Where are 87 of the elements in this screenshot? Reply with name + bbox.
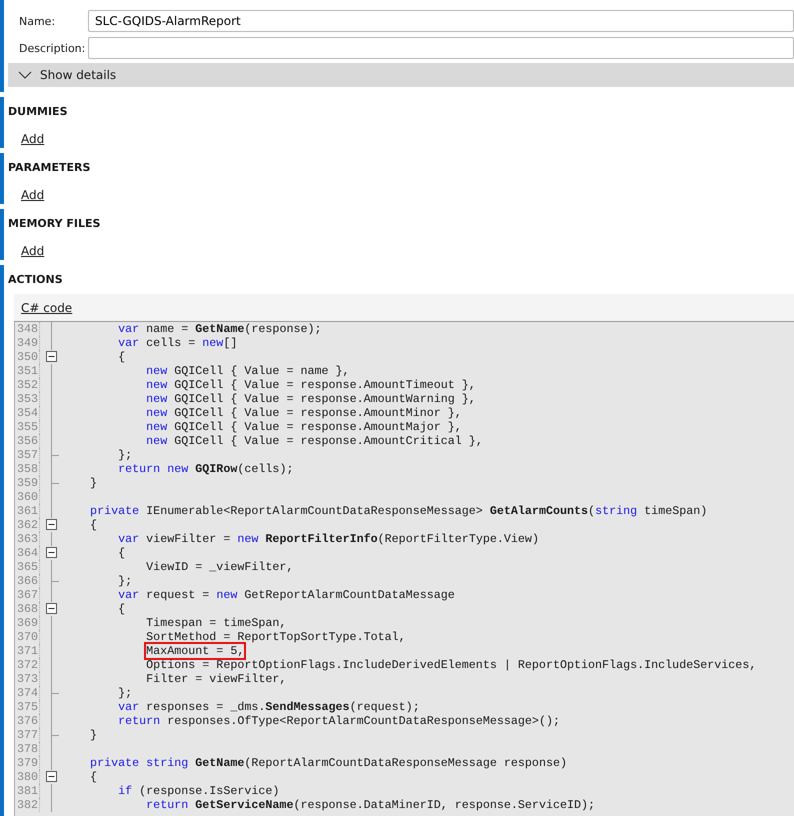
line-number: 353 — [15, 392, 40, 406]
code-line: Timespan = timeSpan, — [145, 616, 286, 630]
field-label: Name: — [18, 14, 56, 28]
input-field[interactable] — [88, 37, 794, 59]
add-link[interactable]: Add — [21, 244, 44, 258]
line-number: 372 — [15, 658, 40, 672]
show-details-toggle[interactable]: Show details — [8, 63, 794, 87]
code-line: ViewID = _viewFilter, — [145, 560, 294, 574]
code-line: { — [117, 546, 126, 560]
code-line: { — [89, 770, 98, 784]
code-line: } — [89, 728, 98, 742]
line-number: 357 — [15, 448, 40, 462]
code-line: { — [89, 518, 98, 532]
line-number: 356 — [15, 434, 40, 448]
code-line: Options = ReportOptionFlags.IncludeDerivedElements | ReportOptionFlags.IncludeServices, — [145, 658, 756, 672]
line-number: 348 — [15, 322, 40, 336]
code-line: if (response.IsService) — [117, 784, 280, 798]
code-line: var request = new GetReportAlarmCountDataMessage — [117, 588, 455, 602]
line-number: 352 — [15, 378, 40, 392]
line-number: 349 — [15, 336, 40, 350]
line-number: 351 — [15, 364, 40, 378]
line-number: 373 — [15, 672, 40, 686]
line-number: 366 — [15, 574, 40, 588]
code-line: }; — [117, 686, 132, 700]
chevron-icon — [18, 71, 32, 79]
code-line: var name = GetName(response); — [117, 322, 322, 336]
line-number: 380 — [15, 770, 40, 784]
code-line: new GQICell { Value = response.AmountWarning }, — [145, 392, 476, 406]
line-number: 381 — [15, 784, 40, 798]
line-number: 361 — [15, 504, 40, 518]
section-heading: MEMORY FILES — [8, 217, 102, 232]
code-line: return GetServiceName(response.DataMinerID, response.ServiceID); — [145, 798, 596, 812]
code-line: private IEnumerable<ReportAlarmCountDataResponseMessage> GetAlarmCounts(string timeSpan) — [89, 504, 708, 518]
code-line: }; — [117, 574, 132, 588]
code-line: new GQICell { Value = response.AmountMajor }, — [145, 420, 462, 434]
code-line: } — [89, 476, 98, 490]
code-line: return responses.OfType<ReportAlarmCountDataResponseMessage>(); — [117, 714, 560, 728]
line-number: 363 — [15, 532, 40, 546]
line-number: 364 — [15, 546, 40, 560]
collapse-icon[interactable] — [46, 771, 57, 782]
code-line: return new GQIRow(cells); — [117, 462, 294, 476]
line-number: 370 — [15, 630, 40, 644]
line-number: 362 — [15, 518, 40, 532]
line-number: 378 — [15, 742, 40, 756]
collapse-icon[interactable] — [46, 547, 57, 558]
input-field[interactable]: SLC-GQIDS-AlarmReport — [88, 10, 794, 32]
collapse-icon[interactable] — [46, 351, 57, 362]
section-heading: DUMMIES — [8, 105, 68, 120]
line-number: 369 — [15, 616, 40, 630]
code-line: private string GetName(ReportAlarmCountDataResponseMessage response) — [89, 756, 568, 770]
line-number: 354 — [15, 406, 40, 420]
line-number: 377 — [15, 728, 40, 742]
highlighted-code: MaxAmount = 5, — [146, 644, 244, 658]
section-heading: ACTIONS — [8, 273, 64, 288]
line-number: 355 — [15, 420, 40, 434]
line-number: 358 — [15, 462, 40, 476]
line-number: 374 — [15, 686, 40, 700]
code-line: new GQICell { Value = response.AmountTimeout }, — [145, 378, 476, 392]
code-line: new GQICell { Value = name }, — [145, 364, 350, 378]
add-link[interactable]: Add — [21, 132, 44, 146]
code-line: SortMethod = ReportTopSortType.Total, — [145, 630, 406, 644]
code-line: Filter = viewFilter, — [145, 672, 286, 686]
line-number: 375 — [15, 700, 40, 714]
line-number: 379 — [15, 756, 40, 770]
code-line: var cells = new[] — [117, 336, 238, 350]
code-line: new GQICell { Value = response.AmountMinor }, — [145, 406, 462, 420]
line-number: 365 — [15, 560, 40, 574]
code-line: new GQICell { Value = response.AmountCritical }, — [145, 434, 483, 448]
collapse-icon[interactable] — [46, 603, 57, 614]
line-number: 350 — [15, 350, 40, 364]
code-line: var viewFilter = new ReportFilterInfo(ReportFilterType.View) — [117, 532, 539, 546]
section-heading: PARAMETERS — [8, 161, 92, 176]
line-number: 360 — [15, 490, 40, 504]
code-line: var responses = _dms.SendMessages(request); — [117, 700, 420, 714]
code-line: }; — [117, 448, 132, 462]
line-number: 368 — [15, 602, 40, 616]
line-number: 371 — [15, 644, 40, 658]
add-link[interactable]: Add — [21, 188, 44, 202]
code-tab[interactable]: C# code — [21, 300, 72, 314]
collapse-icon[interactable] — [46, 519, 57, 530]
code-line: { — [117, 350, 126, 364]
code-line: { — [117, 602, 126, 616]
field-label: Description: — [18, 42, 86, 54]
line-number: 359 — [15, 476, 40, 490]
line-number: 376 — [15, 714, 40, 728]
line-number: 367 — [15, 588, 40, 602]
line-number: 382 — [15, 798, 40, 812]
